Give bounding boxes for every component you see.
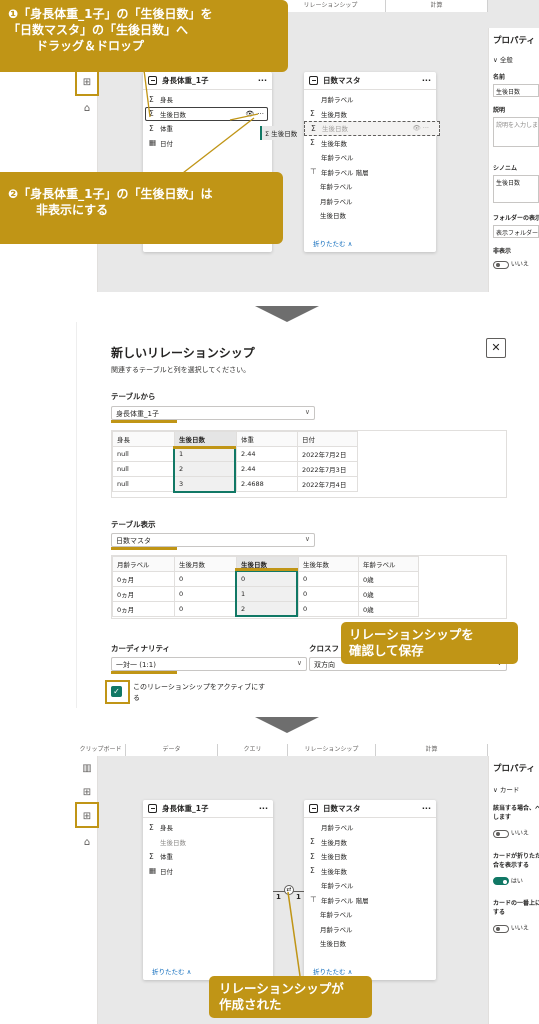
pointer-line-bottom — [287, 891, 301, 977]
callout-text: リレーションシップが — [219, 981, 344, 996]
callout-step4: リレーションシップが 作成された — [209, 976, 372, 1018]
callout-text: 作成された — [219, 997, 282, 1012]
